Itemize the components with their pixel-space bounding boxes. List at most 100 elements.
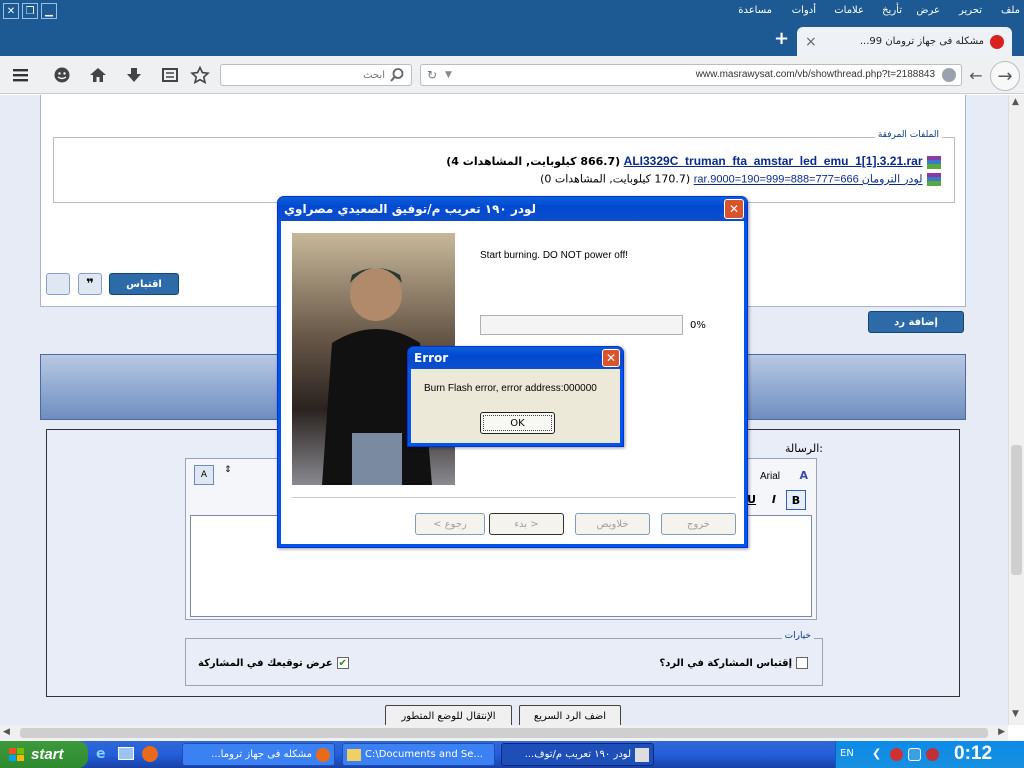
globe-icon <box>942 68 956 82</box>
start-dialog-button[interactable]: بدء > <box>489 513 564 535</box>
tab-active[interactable]: مشكله فى جهاز ترومان 99... × <box>797 27 1012 56</box>
italic-button[interactable]: I <box>772 493 776 506</box>
menu-help[interactable]: مساعدة <box>738 5 772 16</box>
switch-editor-mode-icon[interactable]: A <box>194 465 214 485</box>
multi-quote-icon[interactable]: ❞ <box>78 273 102 295</box>
menu-bookmarks[interactable]: علامات <box>834 5 864 16</box>
start-dialog-label: بدء > <box>514 518 539 530</box>
quote-option-label: إقتباس المشاركة في الرد؟ <box>659 657 792 669</box>
close-window-button[interactable]: ✕ <box>3 3 19 19</box>
advanced-mode-button[interactable]: الإنتقال للوضع المتطور <box>385 705 512 725</box>
close-icon: ✕ <box>605 351 617 365</box>
error-dialog-title: Error <box>414 351 449 365</box>
antivirus-icon[interactable] <box>926 748 939 761</box>
exit-dialog-button[interactable]: خروج <box>661 513 736 535</box>
error-dialog-titlebar: Error <box>408 347 623 369</box>
language-indicator[interactable]: EN <box>840 748 854 759</box>
quote-option: إقتباس المشاركة في الرد؟ <box>659 657 808 669</box>
minimize-window-button[interactable]: ▁ <box>41 3 57 19</box>
scroll-left-icon[interactable]: ◀ <box>3 727 10 737</box>
progress-percent: 0% <box>690 320 706 331</box>
network-icon[interactable] <box>908 748 921 761</box>
attachments-legend: الملفات المرفقة <box>874 130 942 140</box>
separator <box>292 497 736 498</box>
quote-button[interactable]: اقتباس <box>109 273 179 295</box>
windows-logo-icon <box>8 747 26 763</box>
start-button[interactable]: start <box>0 741 88 768</box>
reading-list-icon[interactable] <box>160 66 180 84</box>
resize-arrows-icon[interactable]: ⇕ <box>224 465 232 475</box>
attachment-row-1: ALI3329C_truman_fta_amstar_led_emu_1[1].… <box>446 154 942 170</box>
scroll-right-icon[interactable]: ▶ <box>998 727 1005 737</box>
site-favicon-icon <box>990 34 1004 49</box>
loader-dialog-titlebar: لودر ١٩٠ تعريب م/توفيق الصعيدي مصراوي <box>278 197 747 221</box>
system-tray: EN ❮ 0:12 <box>835 741 1024 768</box>
scroll-up-icon[interactable]: ▲ <box>1012 97 1019 107</box>
attachments-fieldset: الملفات المرفقة ALI3329C_truman_fta_amst… <box>53 130 955 203</box>
edit-post-icon[interactable] <box>46 273 70 295</box>
search-box[interactable] <box>220 64 412 86</box>
taskbar-item-loader[interactable]: لودر ١٩٠ تعريب م/توف... <box>501 743 654 766</box>
menu-edit[interactable]: تحرير <box>959 5 982 16</box>
firefox-quicklaunch-icon[interactable] <box>142 746 158 762</box>
vertical-scrollbar[interactable]: ▲ ▼ <box>1008 95 1024 725</box>
attachment-row-2: لودر الترومان 666=777=888=999=190=9000.r… <box>540 172 942 187</box>
attachment-link[interactable]: لودر الترومان 666=777=888=999=190=9000.r… <box>694 174 923 186</box>
security-alert-icon[interactable] <box>890 748 903 761</box>
firefox-icon <box>316 747 330 762</box>
signature-option: ✔ عرض توقيعك في المشاركة <box>198 657 349 669</box>
address-bar[interactable]: ↻ ▼ www.masrawysat.com/vb/showthread.php… <box>420 64 962 86</box>
menu-history[interactable]: تأريخ <box>882 5 902 16</box>
quote-checkbox[interactable] <box>796 657 808 669</box>
home-icon[interactable] <box>88 66 108 84</box>
bookmark-star-icon[interactable] <box>190 66 210 84</box>
taskbar-item-label: لودر ١٩٠ تعريب م/توف... <box>524 749 631 760</box>
ie-quicklaunch-icon[interactable]: e <box>96 746 106 762</box>
font-color-icon[interactable]: A <box>799 469 808 482</box>
download-icon[interactable] <box>124 66 144 84</box>
add-reply-button[interactable]: إضافة رد <box>868 311 964 333</box>
menu-file[interactable]: ملف <box>1001 5 1020 16</box>
signature-checkbox[interactable]: ✔ <box>336 657 349 669</box>
start-label: start <box>31 746 64 763</box>
search-input[interactable] <box>225 67 385 83</box>
emoji-icon[interactable] <box>52 66 72 84</box>
progress-bar <box>480 315 683 335</box>
reload-icon[interactable]: ↻ <box>427 68 437 82</box>
attachment-link[interactable]: ALI3329C_truman_fta_amstar_led_emu_1[1].… <box>624 154 923 168</box>
horizontal-scroll-thumb[interactable] <box>20 728 988 738</box>
taskbar-item-explorer[interactable]: C:\Documents and Se... <box>342 743 495 766</box>
forward-arrow-icon[interactable]: ← <box>964 63 988 87</box>
minimize-icon: ▁ <box>45 5 53 17</box>
hamburger-menu-icon[interactable] <box>10 66 32 84</box>
back-button[interactable]: → <box>990 61 1020 91</box>
bold-button[interactable]: B <box>786 490 806 510</box>
new-tab-button[interactable]: + <box>774 28 789 49</box>
menu-bar: ✕ ❐ ▁ ملف تحرير عرض تأريخ علامات أدوات م… <box>0 0 1024 24</box>
options-legend: خيارات <box>781 631 814 641</box>
attachment-info: (170.7 كيلوبايت, المشاهدات 0) <box>540 172 691 186</box>
taskbar-item-browser[interactable]: مشكله فى جهاز تروما... <box>182 743 335 766</box>
loader-close-button[interactable]: ✕ <box>724 199 744 219</box>
scroll-down-icon[interactable]: ▼ <box>1012 709 1019 719</box>
quick-reply-button[interactable]: اضف الرد السريع <box>519 705 621 725</box>
clear-dialog-button[interactable]: خلاويص <box>575 513 650 535</box>
quick-reply-label: اضف الرد السريع <box>533 710 607 722</box>
options-fieldset: خيارات إقتباس المشاركة في الرد؟ ✔ عرض تو… <box>185 631 823 686</box>
menu-tools[interactable]: أدوات <box>792 5 816 16</box>
vertical-scroll-thumb[interactable] <box>1011 445 1022 575</box>
ok-button[interactable]: OK <box>480 412 555 434</box>
horizontal-scrollbar[interactable]: ◀ ▶ <box>0 725 1008 741</box>
show-desktop-icon[interactable] <box>118 747 134 760</box>
error-close-button[interactable]: ✕ <box>602 349 620 367</box>
back-dialog-button[interactable]: < رجوع <box>415 513 485 535</box>
close-icon: ✕ <box>6 5 16 17</box>
tab-close-button[interactable]: × <box>805 34 817 50</box>
tray-expand-icon[interactable]: ❮ <box>872 747 881 760</box>
dropdown-arrow-icon[interactable]: ▼ <box>445 70 452 80</box>
font-name-select[interactable]: Arial <box>760 471 780 482</box>
restore-window-button[interactable]: ❐ <box>22 3 38 19</box>
underline-button[interactable]: U <box>747 493 756 506</box>
menu-view[interactable]: عرض <box>916 5 940 16</box>
app-icon <box>635 747 649 762</box>
